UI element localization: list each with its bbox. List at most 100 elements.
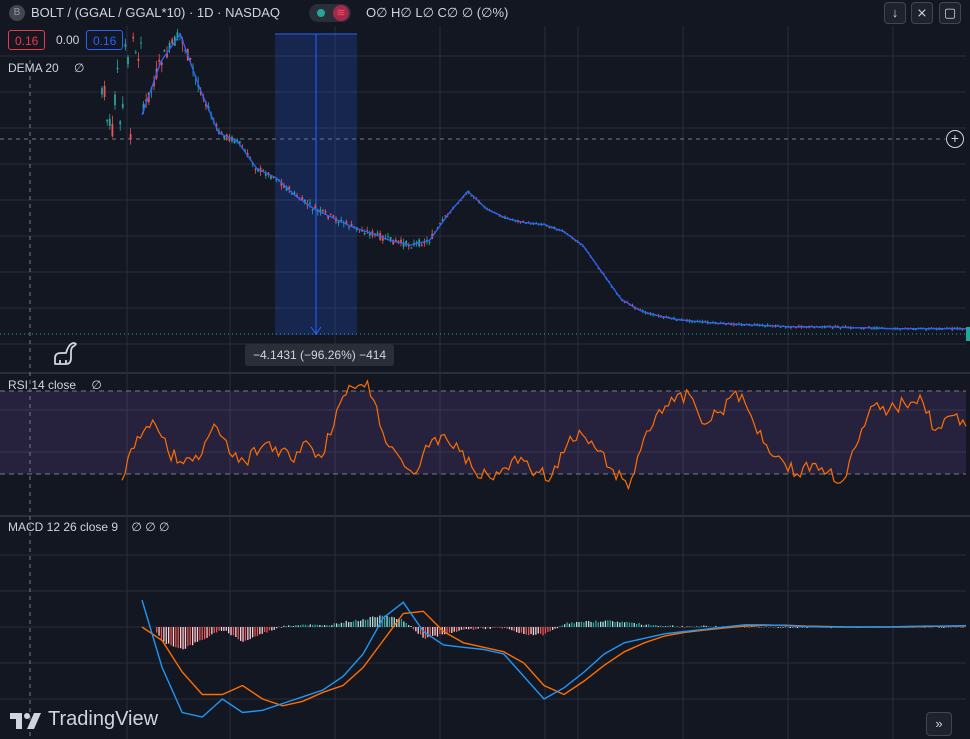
histogram-bar [607, 620, 609, 627]
candle-body [444, 215, 447, 217]
histogram-bar [408, 625, 410, 627]
candle-body [108, 118, 111, 126]
histogram-bar [369, 617, 371, 627]
histogram-bar [360, 620, 362, 627]
histogram-bar [511, 627, 513, 631]
candle-body [376, 232, 379, 235]
candle-body [693, 321, 696, 323]
candle-body [140, 42, 142, 44]
histogram-bar [460, 627, 463, 630]
histogram-bar [283, 625, 285, 627]
candle-body [870, 328, 873, 330]
histogram-bar [597, 622, 599, 627]
histogram-bar [799, 627, 801, 628]
histogram-bar [696, 625, 698, 627]
histogram-bar [693, 626, 695, 628]
dema-legend[interactable]: DEMA 20 ∅ [8, 61, 85, 75]
symbol-title[interactable]: BOLT / (GGAL / GGAL*10) · 1D · NASDAQ [31, 5, 280, 20]
histogram-bar [679, 627, 681, 628]
histogram-bar [619, 622, 621, 627]
histogram-bar [312, 624, 314, 627]
histogram-bar [213, 627, 215, 633]
histogram-bar [544, 627, 547, 634]
dinosaur-icon[interactable] [52, 340, 80, 366]
histogram-bar [300, 625, 302, 627]
histogram-bar [763, 627, 765, 628]
candle-body [387, 236, 389, 237]
histogram-bar [458, 627, 460, 631]
histogram-bar [580, 621, 583, 627]
candle-body [121, 103, 124, 108]
scroll-to-realtime-icon[interactable]: » [926, 712, 952, 736]
histogram-bar [962, 626, 964, 628]
histogram-bar [482, 627, 484, 629]
histogram-bar [561, 625, 563, 627]
add-plus-icon[interactable]: + [946, 130, 964, 148]
histogram-bar [530, 627, 532, 635]
bid-price[interactable]: 0.16 [8, 30, 46, 50]
histogram-bar [758, 626, 760, 628]
histogram-bar [192, 627, 194, 646]
histogram-bar [772, 627, 775, 628]
histogram-bar [240, 627, 242, 641]
histogram-bar [609, 620, 611, 627]
market-open-dot [317, 9, 325, 17]
histogram-bar [784, 626, 787, 628]
measure-readout: −4.1431 (−96.26%) −414 [245, 344, 395, 366]
histogram-bar [576, 621, 578, 627]
histogram-bar [273, 627, 275, 630]
histogram-bar [276, 627, 278, 629]
histogram-bar [247, 627, 249, 640]
histogram-bar [780, 627, 782, 628]
histogram-bar [254, 627, 256, 637]
candle-body [132, 36, 135, 39]
histogram-bar [540, 627, 542, 634]
ask-price[interactable]: 0.16 [86, 30, 124, 50]
histogram-bar [494, 627, 496, 628]
histogram-bar [180, 627, 182, 649]
candle-body [163, 49, 166, 52]
spread-value: 0.00 [56, 33, 80, 47]
macd-label: MACD 12 26 close 9 [8, 520, 119, 534]
histogram-bar [789, 627, 791, 628]
histogram-bar [307, 625, 309, 627]
chart-canvas[interactable] [0, 0, 970, 739]
histogram-bar [465, 627, 467, 629]
macd-legend[interactable]: MACD 12 26 close 9 ∅ ∅ ∅ [8, 520, 169, 534]
histogram-bar [446, 627, 448, 634]
market-status-badge[interactable]: ≋ [309, 4, 351, 22]
histogram-bar [710, 626, 712, 628]
histogram-bar [355, 619, 357, 627]
histogram-bar [223, 627, 225, 631]
histogram-bar [489, 627, 491, 629]
histogram-bar [427, 627, 429, 638]
macd-histogram [156, 615, 964, 650]
fullscreen-icon[interactable]: ▢ [939, 2, 961, 24]
histogram-bar [187, 627, 189, 647]
rsi-legend[interactable]: RSI 14 close ∅ [8, 378, 102, 392]
histogram-bar [698, 626, 700, 628]
histogram-bar [199, 627, 201, 641]
candle-body [134, 52, 137, 53]
histogram-bar [348, 622, 350, 627]
histogram-bar [585, 621, 587, 627]
candle-body [106, 119, 109, 122]
histogram-bar [614, 622, 616, 627]
histogram-bar [662, 626, 664, 627]
histogram-bar [292, 626, 295, 627]
histogram-bar [331, 625, 333, 627]
collapse-icon[interactable]: ⨯ [911, 2, 933, 24]
histogram-bar [264, 627, 266, 632]
candle-body [119, 121, 122, 125]
histogram-bar [237, 627, 239, 640]
histogram-bar [537, 627, 539, 634]
arrow-down-icon[interactable]: ↓ [884, 2, 906, 24]
histogram-bar [278, 626, 280, 628]
histogram-bar [643, 625, 645, 627]
histogram-bar [792, 627, 794, 628]
histogram-bar [487, 627, 489, 628]
histogram-bar [451, 627, 453, 633]
histogram-bar [667, 625, 669, 627]
histogram-bar [175, 627, 177, 648]
histogram-bar [295, 625, 297, 627]
